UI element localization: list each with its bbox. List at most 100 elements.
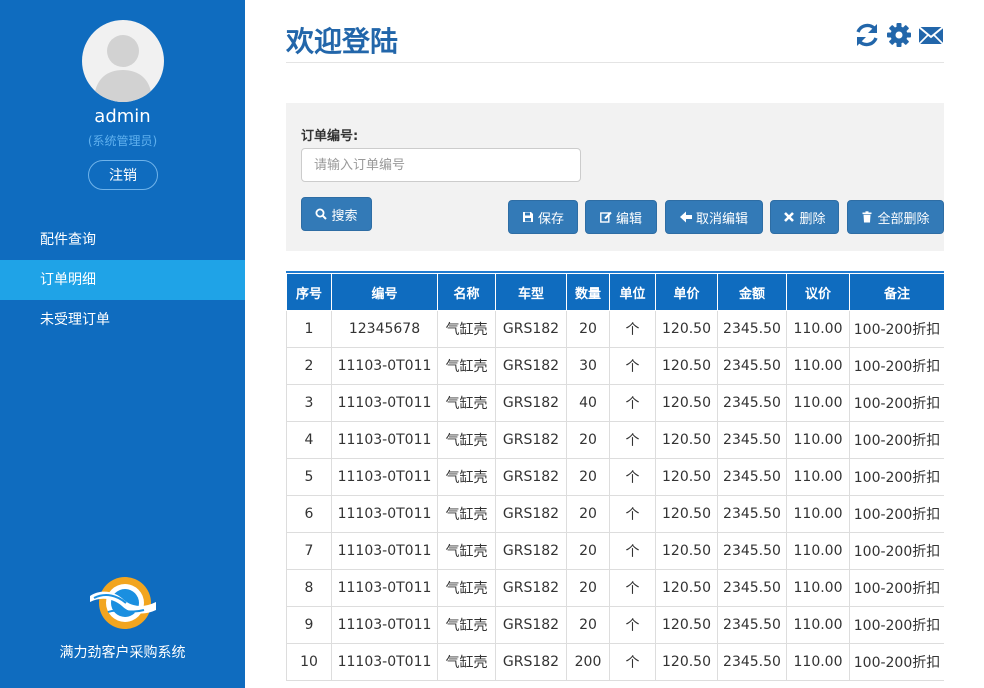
table-cell: 气缸壳 (437, 569, 496, 607)
delete-button[interactable]: 删除 (770, 200, 839, 234)
table-row[interactable]: 10 11103-0T011 气缸壳 GRS182 200 个 120.50 2345.50 1… (286, 643, 944, 681)
table-cell: 4 (286, 421, 332, 459)
table-cell: 120.50 (655, 495, 718, 533)
search-icon (315, 208, 328, 220)
logout-button[interactable]: 注销 (88, 160, 158, 190)
avatar[interactable] (82, 20, 164, 102)
table-cell: 2345.50 (717, 606, 787, 644)
table-cell: 200 (566, 643, 610, 681)
table-cell: 100-200折扣 (849, 606, 944, 644)
floppy-icon (522, 212, 533, 222)
table-row[interactable]: 7 11103-0T011 气缸壳 GRS182 20 个 120.50 2345.50 110… (286, 532, 944, 570)
header-toolbar (854, 22, 944, 48)
table-cell: 11103-0T011 (331, 643, 438, 681)
table-cell: 110.00 (786, 310, 850, 348)
cancel-edit-button-label: 取消编辑 (695, 211, 748, 227)
table-row[interactable]: 9 11103-0T011 气缸壳 GRS182 20 个 120.50 2345.50 110… (286, 606, 944, 644)
table-header-row: 序号 编号 名称 车型 数量 单位 单价 金额 议价 备注 (286, 273, 944, 311)
table-row[interactable]: 1 12345678 气缸壳 GRS182 20 个 120.50 2345.50 110.00… (286, 310, 944, 348)
gear-icon[interactable] (886, 22, 912, 48)
table-body: 1 12345678 气缸壳 GRS182 20 个 120.50 2345.50 110.00… (286, 310, 944, 681)
column-header[interactable]: 编号 (331, 273, 438, 311)
table-cell: 10 (286, 643, 332, 681)
search-panel: 订单编号: 搜索 保存 编辑 取消编辑 删除 全部删除 (286, 103, 944, 251)
table-cell: 个 (609, 458, 656, 496)
close-icon (784, 212, 795, 222)
mail-icon[interactable] (918, 22, 944, 48)
table-row[interactable]: 2 11103-0T011 气缸壳 GRS182 30 个 120.50 2345.50 110… (286, 347, 944, 385)
arrow-left-icon (679, 211, 692, 223)
table-cell: 120.50 (655, 310, 718, 348)
table-cell: 120.50 (655, 606, 718, 644)
sidebar-item-pending-orders[interactable]: 未受理订单 (0, 300, 245, 340)
delete-all-button[interactable]: 全部删除 (847, 200, 944, 234)
table-cell: 110.00 (786, 569, 850, 607)
order-number-input[interactable] (301, 148, 581, 182)
table-cell: 120.50 (655, 643, 718, 681)
column-header[interactable]: 名称 (437, 273, 496, 311)
edit-icon (600, 211, 612, 223)
table-row[interactable]: 6 11103-0T011 气缸壳 GRS182 20 个 120.50 2345.50 110… (286, 495, 944, 533)
table-cell: 2345.50 (717, 310, 787, 348)
delete-button-label: 删除 (799, 211, 826, 227)
column-header[interactable]: 车型 (495, 273, 567, 311)
table-cell: 110.00 (786, 458, 850, 496)
table-row[interactable]: 5 11103-0T011 气缸壳 GRS182 20 个 120.50 2345.50 110… (286, 458, 944, 496)
table-cell: 6 (286, 495, 332, 533)
search-button[interactable]: 搜索 (301, 197, 372, 231)
table-cell: 11103-0T011 (331, 606, 438, 644)
table-cell: 110.00 (786, 606, 850, 644)
table-cell: 120.50 (655, 458, 718, 496)
edit-button[interactable]: 编辑 (585, 200, 657, 234)
table-cell: 气缸壳 (437, 532, 496, 570)
table-row[interactable]: 8 11103-0T011 气缸壳 GRS182 20 个 120.50 2345.50 110… (286, 569, 944, 607)
page-title: 欢迎登陆 (286, 25, 399, 58)
sidebar-item-part-search[interactable]: 配件查询 (0, 220, 245, 260)
cancel-edit-button[interactable]: 取消编辑 (665, 200, 763, 234)
table-row[interactable]: 3 11103-0T011 气缸壳 GRS182 40 个 120.50 2345.50 110… (286, 384, 944, 422)
table-cell: 2345.50 (717, 421, 787, 459)
column-header[interactable]: 数量 (566, 273, 610, 311)
column-header[interactable]: 单价 (655, 273, 718, 311)
username: admin (94, 106, 151, 127)
table-cell: 120.50 (655, 384, 718, 422)
table-cell: 20 (566, 458, 610, 496)
table-cell: 100-200折扣 (849, 347, 944, 385)
table-cell: 气缸壳 (437, 421, 496, 459)
table-cell: 120.50 (655, 347, 718, 385)
edit-button-label: 编辑 (615, 211, 642, 227)
table-cell: GRS182 (495, 347, 567, 385)
brand-logo (88, 574, 158, 632)
column-header[interactable]: 金额 (717, 273, 787, 311)
table-cell: 1 (286, 310, 332, 348)
table-cell: 110.00 (786, 495, 850, 533)
table-cell: 11103-0T011 (331, 495, 438, 533)
sidebar-item-order-details[interactable]: 订单明细 (0, 260, 245, 300)
table-cell: 100-200折扣 (849, 458, 944, 496)
sidebar-nav: 配件查询 订单明细 未受理订单 (0, 220, 245, 340)
table-cell: 11103-0T011 (331, 347, 438, 385)
delete-all-button-label: 全部删除 (877, 211, 930, 227)
table-cell: 气缸壳 (437, 458, 496, 496)
refresh-icon[interactable] (854, 22, 880, 48)
column-header[interactable]: 序号 (286, 273, 332, 311)
table-cell: 个 (609, 569, 656, 607)
table-cell: 气缸壳 (437, 384, 496, 422)
column-header[interactable]: 议价 (786, 273, 850, 311)
order-table: 序号 编号 名称 车型 数量 单位 单价 金额 议价 备注 1 12345678 气缸壳 GRS182 2… (286, 273, 944, 681)
table-cell: 2345.50 (717, 347, 787, 385)
table-cell: 个 (609, 384, 656, 422)
table-cell: 个 (609, 495, 656, 533)
table-cell: 12345678 (331, 310, 438, 348)
table-cell: 个 (609, 421, 656, 459)
table-row[interactable]: 4 11103-0T011 气缸壳 GRS182 20 个 120.50 2345.50 110… (286, 421, 944, 459)
save-button[interactable]: 保存 (508, 200, 578, 234)
table-cell: 11103-0T011 (331, 569, 438, 607)
column-header[interactable]: 备注 (849, 273, 944, 311)
table-cell: 2345.50 (717, 458, 787, 496)
column-header[interactable]: 单位 (609, 273, 656, 311)
table-cell: 100-200折扣 (849, 310, 944, 348)
table-cell: 100-200折扣 (849, 495, 944, 533)
table-cell: 9 (286, 606, 332, 644)
logo-icon (90, 577, 156, 629)
